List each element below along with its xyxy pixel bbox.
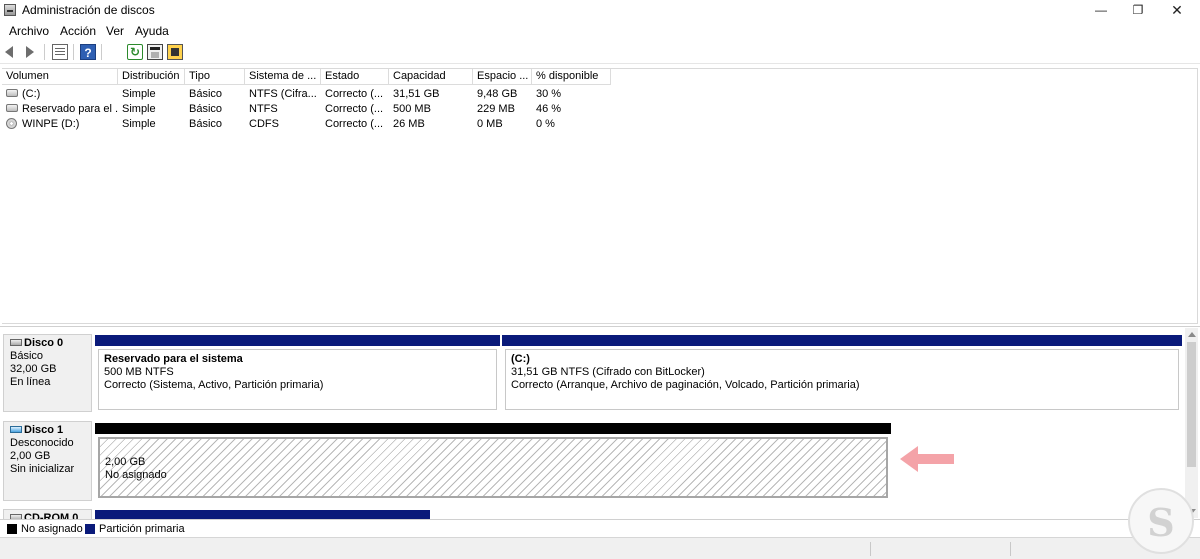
legend-swatch-primary (85, 524, 95, 534)
forward-arrow-icon[interactable] (18, 44, 34, 60)
cdrom-icon (6, 118, 17, 129)
list-view-icon[interactable] (52, 44, 68, 60)
toolbar-separator (73, 44, 74, 60)
annotation-arrow-icon (900, 446, 954, 472)
watermark-logo-icon (1128, 488, 1194, 554)
cell-disponible: 0 % (536, 118, 555, 130)
partition-c-drive[interactable]: (C:) 31,51 GB NTFS (Cifrado con BitLocke… (502, 335, 1182, 413)
menu-accion[interactable]: Acción (60, 24, 96, 38)
cell-distribucion: Simple (122, 88, 156, 100)
partition-status: Correcto (Arranque, Archivo de paginació… (511, 379, 860, 391)
partition-status: No asignado (105, 469, 167, 481)
partition-cdrom[interactable] (95, 510, 430, 519)
disk-size: 2,00 GB (10, 450, 51, 462)
title-bar: Administración de discos — ❐ ✕ (0, 0, 1200, 21)
cell-estado: Correcto (... (325, 118, 384, 130)
volume-list[interactable]: Volumen Distribución Tipo Sistema de ...… (2, 68, 1198, 324)
column-header-sistema[interactable]: Sistema de ... (245, 69, 321, 85)
column-header-disponible[interactable]: % disponible (532, 69, 611, 85)
legend-primary: Partición primaria (99, 523, 185, 535)
disk-status: En línea (10, 376, 51, 388)
partition-body: 2,00 GB No asignado (98, 437, 888, 498)
drive-icon (6, 104, 18, 112)
unallocated-bar (95, 423, 891, 434)
cell-sistema: CDFS (249, 118, 279, 130)
properties-icon[interactable] (147, 44, 163, 60)
drive-icon (6, 89, 18, 97)
disk-status: Sin inicializar (10, 463, 75, 475)
cell-espacio: 0 MB (477, 118, 503, 130)
toolbar-separator (101, 44, 102, 60)
partition-name: (C:) (511, 353, 530, 365)
partition-status: Correcto (Sistema, Activo, Partición pri… (104, 379, 324, 391)
column-header-estado[interactable]: Estado (321, 69, 389, 85)
menu-bar: Archivo Acción Ver Ayuda (0, 21, 1200, 40)
disk-1-label[interactable]: Disco 1 Desconocido 2,00 GB Sin iniciali… (3, 421, 92, 501)
cell-estado: Correcto (... (325, 103, 384, 115)
status-divider (1010, 542, 1011, 556)
cell-disponible: 30 % (536, 88, 562, 100)
primary-partition-bar (95, 335, 500, 346)
scroll-thumb[interactable] (1187, 342, 1196, 467)
disk-type: Desconocido (10, 437, 74, 449)
partition-name: Reservado para el sistema (104, 353, 243, 365)
menu-ver[interactable]: Ver (106, 24, 124, 38)
disk-icon (10, 339, 22, 346)
disk-0-label[interactable]: Disco 0 Básico 32,00 GB En línea (3, 334, 92, 412)
partition-body: Reservado para el sistema 500 MB NTFS Co… (98, 349, 497, 410)
cell-volumen: Reservado para el ... (22, 103, 118, 115)
cell-sistema: NTFS (Cifra... (249, 88, 317, 100)
cell-disponible: 46 % (536, 103, 562, 115)
cell-distribucion: Simple (122, 103, 156, 115)
legend-bar: No asignado Partición primaria (0, 519, 1200, 537)
window-title: Administración de discos (22, 3, 155, 17)
menu-archivo[interactable]: Archivo (9, 24, 49, 38)
cell-distribucion: Simple (122, 118, 156, 130)
cell-volumen: (C:) (22, 88, 41, 100)
scroll-up-icon[interactable] (1188, 332, 1196, 337)
partition-size: 500 MB NTFS (104, 366, 174, 378)
vertical-scrollbar[interactable] (1185, 328, 1198, 518)
column-header-distribucion[interactable]: Distribución (118, 69, 185, 85)
disk-name: Disco 0 (24, 337, 64, 349)
column-header-tipo[interactable]: Tipo (185, 69, 245, 85)
disk-management-app-icon (4, 4, 16, 16)
primary-partition-bar (502, 335, 1182, 346)
partition-size: 31,51 GB NTFS (Cifrado con BitLocker) (511, 366, 705, 378)
column-header-capacidad[interactable]: Capacidad (389, 69, 473, 85)
status-divider (870, 542, 871, 556)
toolbar: ? ↻ (0, 40, 1200, 64)
cell-tipo: Básico (189, 118, 223, 130)
partition-unallocated[interactable]: 2,00 GB No asignado (95, 423, 891, 501)
disk-type: Básico (10, 350, 44, 362)
cell-tipo: Básico (189, 88, 223, 100)
cell-tipo: Básico (189, 103, 223, 115)
legend-unallocated: No asignado (21, 523, 83, 535)
disk-icon (10, 426, 22, 433)
partition-body: (C:) 31,51 GB NTFS (Cifrado con BitLocke… (505, 349, 1179, 410)
toolbar-separator (44, 44, 45, 60)
help-icon[interactable]: ? (80, 44, 96, 60)
partition-size: 2,00 GB (105, 456, 146, 468)
column-header-volumen[interactable]: Volumen (2, 69, 118, 85)
cell-sistema: NTFS (249, 103, 278, 115)
cell-volumen: WINPE (D:) (22, 118, 80, 130)
primary-partition-bar (95, 510, 430, 519)
disk-size: 32,00 GB (10, 363, 57, 375)
legend-swatch-unallocated (7, 524, 17, 534)
column-header-espacio[interactable]: Espacio ... (473, 69, 532, 85)
status-bar (0, 537, 1200, 559)
refresh-icon[interactable]: ↻ (127, 44, 143, 60)
wizard-icon[interactable] (167, 44, 183, 60)
disk-name: Disco 1 (24, 424, 64, 436)
cell-espacio: 9,48 GB (477, 88, 518, 100)
menu-ayuda[interactable]: Ayuda (135, 24, 169, 38)
partition-system-reserved[interactable]: Reservado para el sistema 500 MB NTFS Co… (95, 335, 500, 413)
cell-capacidad: 500 MB (393, 103, 431, 115)
cell-capacidad: 26 MB (393, 118, 425, 130)
cell-capacidad: 31,51 GB (393, 88, 440, 100)
cell-espacio: 229 MB (477, 103, 515, 115)
cell-estado: Correcto (... (325, 88, 384, 100)
close-button[interactable]: ✕ (1154, 0, 1200, 21)
